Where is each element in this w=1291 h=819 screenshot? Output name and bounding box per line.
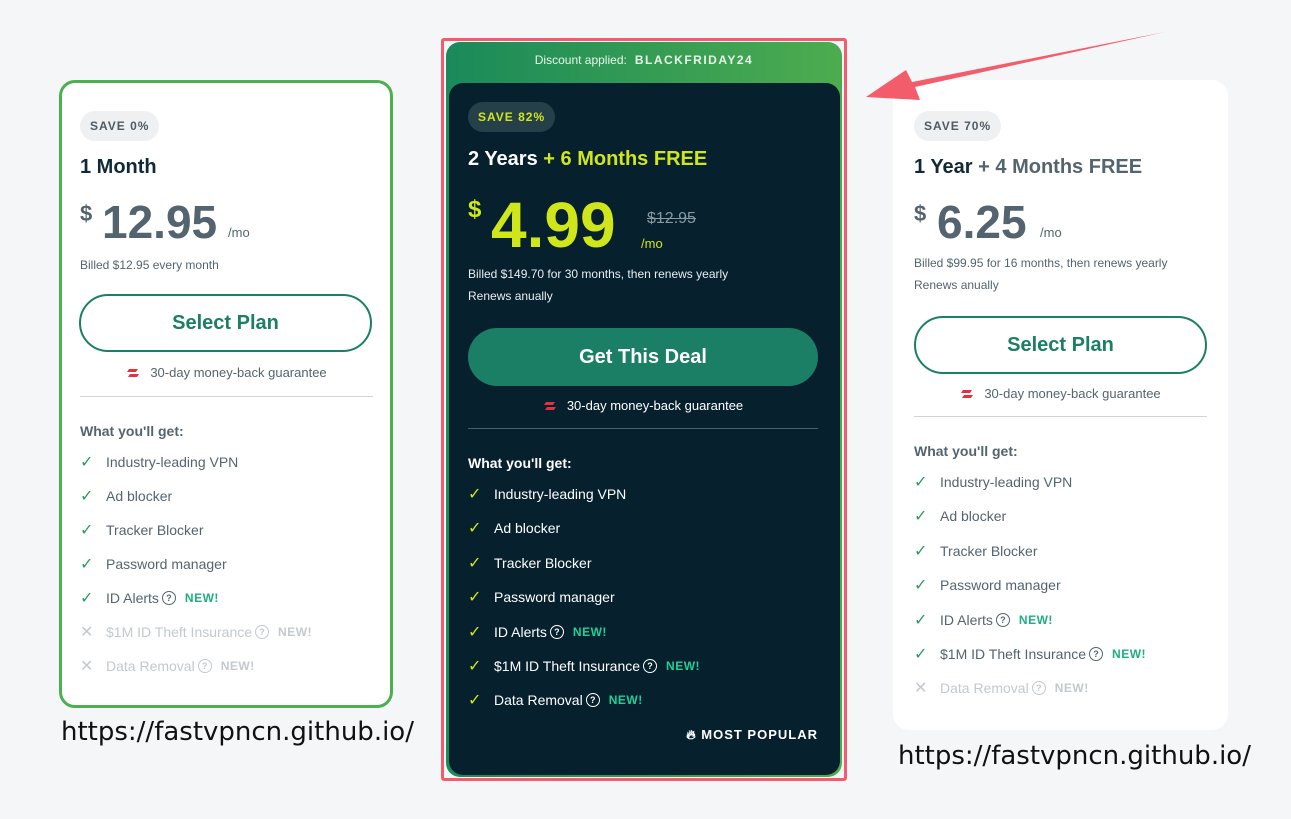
billing-info: Billed $99.95 for 16 months, then renews…: [914, 252, 1167, 296]
guarantee-text: 30-day money-back guarantee: [984, 386, 1161, 401]
price-amount: 6.25: [937, 196, 1027, 248]
price-period: /mo: [228, 225, 250, 240]
plan-name-bonus: + 4 Months FREE: [978, 156, 1143, 178]
new-badge: NEW!: [1112, 647, 1147, 661]
feature-label: Industry-leading VPN: [940, 474, 1073, 490]
info-icon[interactable]: ?: [255, 625, 270, 639]
check-icon: ✓: [80, 590, 94, 607]
features-title: What you'll get:: [80, 423, 184, 439]
check-icon: ✓: [914, 474, 928, 491]
new-badge: NEW!: [184, 591, 219, 605]
plan-card-one-year: SAVE 70% 1 Year + 4 Months FREE $ 6.25 /…: [893, 80, 1228, 730]
cross-icon: ✕: [80, 624, 94, 641]
feature-label: $1M ID Theft Insurance: [940, 646, 1087, 662]
feature-label: ID Alerts: [106, 590, 159, 606]
feature-item: ✓ $1M ID Theft Insurance? NEW!: [914, 644, 1146, 664]
feature-item: ✓ Ad blocker: [914, 506, 1006, 526]
feature-label: ID Alerts: [940, 611, 993, 628]
new-badge: NEW!: [220, 659, 255, 673]
info-icon[interactable]: ?: [1089, 647, 1104, 661]
plan-card-monthly: SAVE 0% 1 Month $ 12.95 /mo Billed $12.9…: [59, 80, 393, 708]
feature-label: Ad blocker: [106, 488, 173, 504]
feature-item: ✕ Data Removal? NEW!: [80, 656, 255, 676]
feature-item: ✓ Password manager: [80, 554, 227, 574]
check-icon: ✓: [914, 646, 928, 663]
save-badge: SAVE 0%: [80, 111, 160, 141]
check-icon: ✓: [80, 522, 94, 539]
plan-name: 1 Year + 4 Months FREE: [914, 156, 1142, 179]
feature-label: Password manager: [106, 556, 227, 572]
guarantee-icon: [961, 389, 974, 398]
select-plan-button[interactable]: Select Plan: [914, 316, 1207, 374]
plan-name: 1 Month: [80, 156, 157, 179]
cross-icon: ✕: [914, 680, 928, 698]
feature-item: ✓ Industry-leading VPN: [80, 452, 238, 472]
feature-item: ✓ Industry-leading VPN: [914, 472, 1072, 492]
info-icon[interactable]: ?: [1031, 681, 1046, 696]
check-icon: ✓: [80, 454, 94, 471]
cross-icon: ✕: [80, 658, 94, 675]
info-icon[interactable]: ?: [995, 612, 1010, 627]
feature-item: ✓ Tracker Blocker: [914, 541, 1038, 561]
guarantee-text: 30-day money-back guarantee: [150, 365, 327, 380]
highlight-annotation-frame: [441, 38, 847, 781]
feature-label: Tracker Blocker: [106, 522, 204, 538]
plan-name-text: 1 Month: [80, 156, 157, 178]
arrow-annotation-icon: [866, 32, 1165, 100]
new-badge: NEW!: [278, 625, 313, 639]
price-period: /mo: [1040, 225, 1062, 240]
price: $ 12.95 /mo: [80, 196, 360, 261]
billing-text: Billed $99.95 for 16 months, then renews…: [914, 256, 1168, 270]
renewal-text: Renews anually: [914, 278, 999, 292]
feature-item: ✓ Ad blocker: [80, 486, 172, 506]
currency-symbol: $: [914, 201, 927, 226]
feature-item: ✓ ID Alerts? NEW!: [914, 610, 1053, 630]
url-caption-right: https://fastvpncn.github.io/: [898, 741, 1251, 771]
save-badge: SAVE 70%: [914, 111, 1002, 141]
url-caption-left: https://fastvpncn.github.io/: [61, 717, 414, 747]
check-icon: ✓: [914, 611, 928, 629]
price-amount: 12.95: [102, 196, 218, 248]
info-icon[interactable]: ?: [197, 659, 212, 673]
feature-label: Ad blocker: [940, 508, 1007, 525]
feature-label: Tracker Blocker: [940, 542, 1038, 559]
divider: [80, 396, 373, 397]
feature-item: ✕ Data Removal? NEW!: [914, 678, 1089, 698]
features-title: What you'll get:: [914, 443, 1018, 459]
feature-label: $1M ID Theft Insurance: [106, 624, 253, 640]
new-badge: NEW!: [1018, 612, 1053, 627]
feature-item: ✓ ID Alerts? NEW!: [80, 588, 219, 608]
currency-symbol: $: [80, 201, 93, 226]
check-icon: ✓: [80, 488, 94, 505]
select-plan-button[interactable]: Select Plan: [79, 294, 372, 352]
guarantee-icon: [127, 368, 140, 377]
feature-label: Data Removal: [106, 658, 195, 674]
info-icon[interactable]: ?: [161, 591, 176, 605]
check-icon: ✓: [914, 508, 928, 526]
plan-name-text: 1 Year: [914, 156, 973, 178]
billing-info: Billed $12.95 every month: [80, 258, 219, 272]
new-badge: NEW!: [1054, 681, 1089, 696]
feature-label: Industry-leading VPN: [106, 454, 239, 470]
money-back-guarantee: 30-day money-back guarantee: [80, 365, 373, 380]
feature-label: Password manager: [940, 577, 1061, 594]
feature-item: ✓ Tracker Blocker: [80, 520, 204, 540]
check-icon: ✓: [80, 556, 94, 573]
check-icon: ✓: [914, 542, 928, 560]
money-back-guarantee: 30-day money-back guarantee: [914, 386, 1207, 401]
feature-item: ✓ Password manager: [914, 575, 1061, 595]
feature-item: ✕ $1M ID Theft Insurance? NEW!: [80, 622, 312, 642]
feature-label: Data Removal: [940, 680, 1029, 697]
divider: [914, 416, 1207, 417]
check-icon: ✓: [914, 577, 928, 595]
